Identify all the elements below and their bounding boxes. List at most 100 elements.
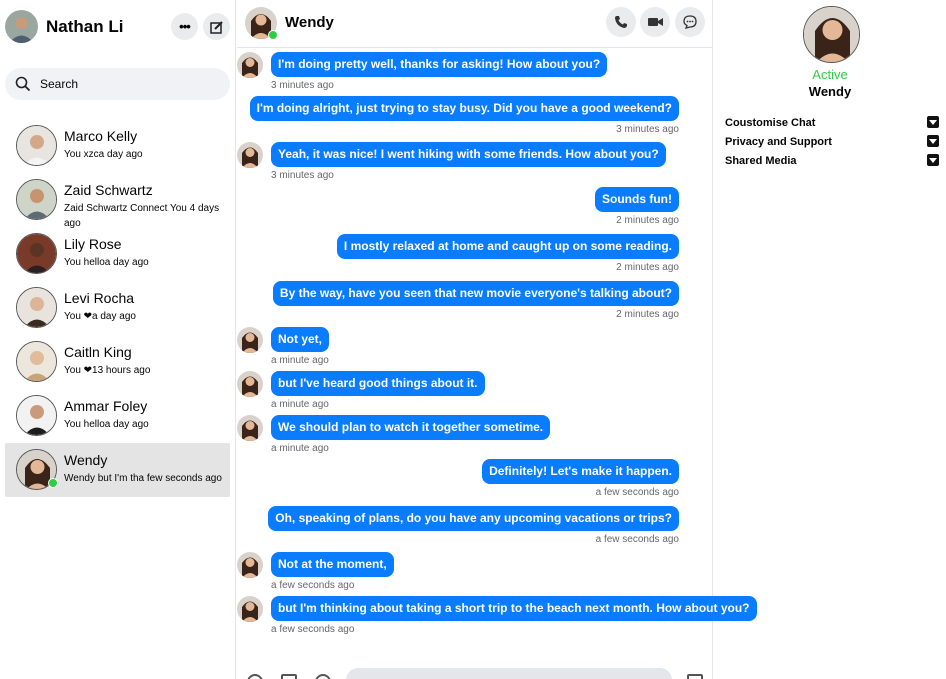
message-bubble[interactable]: I'm doing alright, just trying to stay b… (249, 96, 679, 121)
conversation-item[interactable]: Caitln King You ❤13 hours ago (5, 335, 230, 389)
message-timestamp: 3 minutes ago (271, 170, 334, 181)
sender-avatar (237, 371, 263, 397)
option-label: Coustomise Chat (725, 117, 816, 129)
phone-icon (615, 16, 627, 28)
chevron-down-icon[interactable] (927, 135, 939, 147)
chevron-down-icon[interactable] (927, 154, 939, 166)
message-timestamp: 2 minutes ago (616, 215, 679, 226)
sent-message: I'm doing alright, just trying to stay b… (237, 96, 713, 140)
conversation-item-active[interactable]: Wendy Wendy but I'm tha few seconds ago (5, 443, 230, 497)
conversation-preview: You xzca day ago (64, 149, 143, 160)
conversation-name: Marco Kelly (64, 128, 138, 144)
chat-header: Wendy (237, 0, 713, 48)
message-timestamp: a minute ago (271, 355, 329, 366)
conversation-name: Levi Rocha (64, 290, 135, 306)
avatar (16, 287, 57, 328)
conversation-item[interactable]: Ammar Foley You helloa day ago (5, 389, 230, 443)
sent-message: Oh, speaking of plans, do you have any u… (237, 506, 713, 550)
customise-chat-option[interactable]: Coustomise Chat (725, 115, 939, 133)
sender-avatar (237, 52, 263, 78)
conversation-preview: You ❤a day ago (64, 311, 136, 322)
more-options-button[interactable]: ••• (171, 13, 198, 40)
chat-options-button[interactable] (675, 7, 705, 37)
privacy-support-option[interactable]: Privacy and Support (725, 134, 939, 152)
online-indicator (48, 478, 58, 488)
sent-message: By the way, have you seen that new movie… (237, 281, 713, 325)
conversation-name: Caitln King (64, 344, 132, 360)
video-call-button[interactable] (640, 7, 670, 37)
sender-avatar (237, 596, 263, 622)
shared-media-option[interactable]: Shared Media (725, 153, 939, 171)
conversation-name: Wendy (64, 452, 108, 468)
conversation-preview: You helloa day ago (64, 257, 149, 268)
message-bubble[interactable]: I mostly relaxed at home and caught up o… (336, 234, 679, 259)
contact-name: Wendy (285, 14, 334, 31)
sender-avatar (237, 327, 263, 353)
conversation-preview: You ❤13 hours ago (64, 365, 151, 376)
like-icon[interactable] (687, 674, 703, 679)
search-icon (15, 76, 31, 92)
contact-info-avatar (803, 6, 860, 63)
conversation-preview: You helloa day ago (64, 419, 149, 430)
message-input[interactable] (346, 668, 672, 679)
message-bubble[interactable]: Yeah, it was nice! I went hiking with so… (271, 142, 666, 167)
video-icon (647, 18, 663, 26)
conversation-name: Lily Rose (64, 236, 122, 252)
contact-info-name: Wendy (808, 84, 852, 99)
received-message: but I'm thinking about taking a short tr… (237, 596, 757, 640)
message-bubble[interactable]: Not yet, (271, 327, 330, 352)
message-bubble[interactable]: We should plan to watch it together some… (271, 415, 551, 440)
received-message: Not at the moment, a few seconds ago (237, 552, 713, 596)
conversation-item[interactable]: Marco Kelly You xzca day ago (5, 119, 230, 173)
avatar (16, 179, 57, 220)
chat-bubble-icon (683, 15, 697, 29)
message-bubble[interactable]: Definitely! Let's make it happen. (482, 459, 679, 484)
contact-info-panel: Active Wendy Coustomise Chat Privacy and… (714, 0, 946, 679)
search-bar (5, 68, 230, 100)
contact-status: Active (812, 67, 848, 82)
message-timestamp: 3 minutes ago (271, 80, 334, 91)
conversation-item[interactable]: Lily Rose You helloa day ago (5, 227, 230, 281)
sent-message: Sounds fun! 2 minutes ago (237, 187, 713, 231)
my-avatar[interactable] (5, 10, 38, 43)
message-timestamp: a minute ago (271, 443, 329, 454)
sent-message: Definitely! Let's make it happen. a few s… (237, 459, 713, 503)
sender-avatar (237, 415, 263, 441)
sticker-icon[interactable] (315, 674, 331, 679)
sidebar-header: Nathan Li ••• (5, 10, 230, 44)
message-bubble[interactable]: Not at the moment, (271, 552, 394, 577)
conversation-preview: Wendy but I'm tha few seconds ago (64, 473, 222, 484)
message-bubble[interactable]: Oh, speaking of plans, do you have any u… (268, 506, 679, 531)
received-message: Not yet, a minute ago (237, 327, 713, 371)
chevron-down-icon[interactable] (927, 116, 939, 128)
image-icon[interactable] (281, 674, 297, 679)
conversations-sidebar: Nathan Li ••• Marco Kelly You xzca day a… (0, 0, 236, 679)
received-message: We should plan to watch it together some… (237, 415, 713, 459)
more-icon: ••• (179, 18, 191, 34)
message-bubble[interactable]: Sounds fun! (595, 187, 679, 212)
message-list: I'm doing pretty well, thanks for asking… (237, 49, 757, 659)
sent-message: I mostly relaxed at home and caught up o… (237, 234, 713, 278)
message-bubble[interactable]: but I've heard good things about it. (271, 371, 485, 396)
chat-panel: Wendy I'm doing pretty well, thanks for … (237, 0, 757, 679)
message-timestamp: 2 minutes ago (616, 309, 679, 320)
message-timestamp: a minute ago (271, 399, 329, 410)
avatar (16, 341, 57, 382)
message-bubble[interactable]: By the way, have you seen that new movie… (272, 281, 679, 306)
message-bubble[interactable]: I'm doing pretty well, thanks for asking… (271, 52, 608, 77)
message-bubble[interactable]: but I'm thinking about taking a short tr… (271, 596, 757, 621)
conversation-item[interactable]: Zaid Schwartz Zaid Schwartz Connect You … (5, 173, 230, 229)
avatar (16, 125, 57, 166)
message-timestamp: 3 minutes ago (616, 124, 679, 135)
received-message: but I've heard good things about it. a mi… (237, 371, 713, 415)
plus-icon[interactable] (247, 674, 263, 679)
option-label: Privacy and Support (725, 136, 832, 148)
message-timestamp: a few seconds ago (271, 624, 355, 635)
voice-call-button[interactable] (606, 7, 636, 37)
conversation-item[interactable]: Levi Rocha You ❤a day ago (5, 281, 230, 335)
online-indicator (268, 30, 278, 40)
new-message-button[interactable] (203, 13, 230, 40)
avatar (16, 395, 57, 436)
received-message: I'm doing pretty well, thanks for asking… (237, 52, 713, 96)
search-input[interactable] (40, 68, 220, 100)
